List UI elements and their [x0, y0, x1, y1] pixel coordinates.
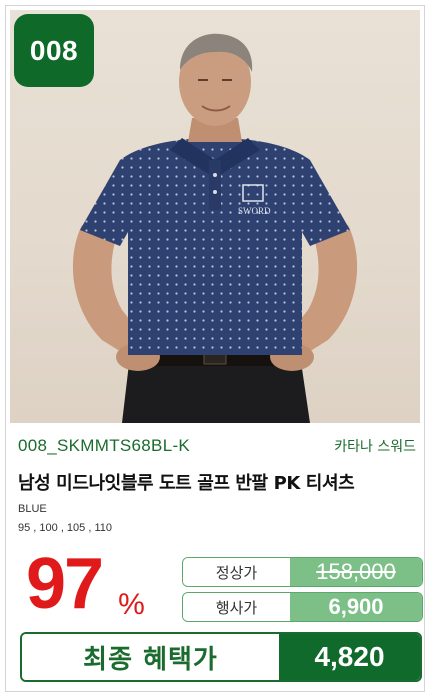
final-price-box[interactable]: 최종 혜택가 4,820 — [20, 632, 422, 682]
sale-price-row: 행사가 6,900 — [182, 592, 423, 622]
sale-price-value: 6,900 — [290, 593, 422, 621]
shirt-logo-text: SWORD — [238, 206, 271, 216]
regular-price-label: 정상가 — [183, 558, 290, 586]
product-color: BLUE — [18, 503, 47, 515]
sale-price-label: 행사가 — [183, 593, 290, 621]
product-code: 008_SKMMTS68BL-K — [18, 436, 191, 455]
regular-price-value: 158,000 — [290, 558, 422, 586]
discount-unit: % — [118, 588, 145, 621]
brand-name[interactable]: 카타나 스워드 — [334, 436, 416, 456]
final-price-label: 최종 혜택가 — [22, 634, 279, 680]
regular-price-row: 정상가 158,000 — [182, 557, 423, 587]
discount-value: 97 — [26, 544, 104, 624]
product-image[interactable]: SWORD 008 — [10, 10, 420, 423]
product-meta-row: 008_SKMMTS68BL-K 카타나 스워드 — [18, 435, 416, 457]
final-price-value: 4,820 — [279, 634, 420, 680]
product-card[interactable]: SWORD 008 008_SKMMTS68BL-K 카타나 스워드 남성 미드… — [5, 5, 425, 692]
product-sizes: 95 , 100 , 105 , 110 — [18, 522, 112, 534]
discount-rate: 97 % — [26, 544, 145, 624]
product-number-badge: 008 — [14, 14, 94, 87]
product-title[interactable]: 남성 미드나잇블루 도트 골프 반팔 PK 티셔츠 — [18, 469, 423, 495]
